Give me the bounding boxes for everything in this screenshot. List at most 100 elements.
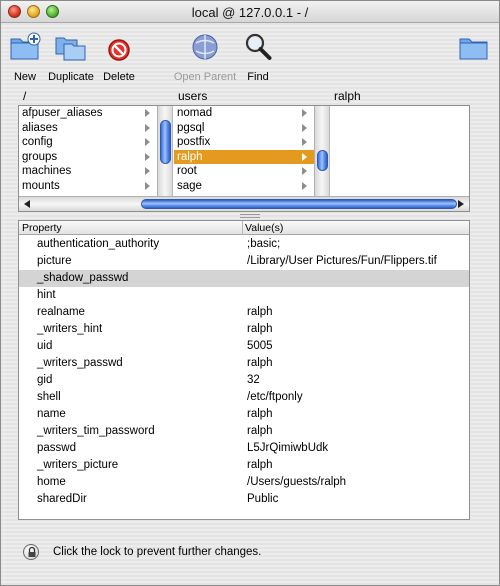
horizontal-scroll-thumb[interactable] [141,199,457,209]
table-row[interactable]: _writers_picture ralph [19,457,469,474]
disclosure-arrow-icon [302,123,307,132]
browser-item-label: afpuser_aliases [22,107,103,119]
property-name: authentication_authority [37,238,160,250]
property-name: sharedDir [37,493,87,505]
disclosure-arrow-icon [145,181,150,190]
disclosure-arrow-icon [302,181,307,190]
browser-item[interactable]: config [19,135,172,150]
table-row[interactable]: sharedDir Public [19,491,469,508]
table-row[interactable]: home/Users/guests/ralph [19,474,469,491]
column-header-root: / [23,89,27,103]
browser-item-label: machines [22,165,72,177]
properties-table: Property Value(s) authentication_authori… [18,220,470,520]
table-row[interactable]: uid 5005 [19,338,469,355]
disclosure-arrow-icon [302,167,307,175]
value-column-header[interactable]: Value(s) [245,222,283,234]
property-value[interactable]: ralph [247,425,273,437]
browser-item[interactable]: aliases [19,121,172,136]
browser-item[interactable]: groups [19,150,172,165]
property-value[interactable]: ;basic; [247,238,280,250]
property-name: passwd [37,442,76,454]
table-row[interactable]: hint [19,287,469,304]
table-row[interactable]: picture/Library/User Pictures/Fun/Flippe… [19,253,469,270]
browser-item-label: pgsql [177,121,205,134]
scroll-thumb[interactable] [160,120,171,164]
property-name: _writers_picture [37,459,119,471]
scroll-left-arrow-icon[interactable] [24,200,30,208]
browser-item[interactable]: root [174,164,329,179]
disclosure-arrow-icon [145,123,150,132]
table-row[interactable]: authentication_authority ;basic; [19,236,469,253]
property-value[interactable]: /Library/User Pictures/Fun/Flippers.tif [247,255,437,267]
toolbar-folder-button[interactable] [439,30,500,64]
browser-item-label: ralph [177,150,203,163]
property-value[interactable]: ralph [247,459,273,471]
browser-item[interactable]: mounts [19,179,172,194]
duplicate-icon [54,30,88,64]
browser-item-label: aliases [22,121,58,134]
column-scrollbar[interactable] [314,106,329,197]
disclosure-arrow-icon [145,109,150,117]
find-button[interactable]: Find [223,30,293,83]
table-row[interactable]: _writers_hint ralph [19,321,469,338]
property-name: uid [37,340,53,352]
lock-icon[interactable] [23,544,39,560]
split-view-divider[interactable] [240,214,260,218]
browser-item[interactable]: nomad [174,106,329,121]
property-name: home [37,476,66,488]
table-row[interactable]: gid 32 [19,372,469,389]
lock-area: Click the lock to prevent further change… [23,544,443,562]
browser-item[interactable]: machines [19,164,172,179]
property-value[interactable]: /Users/guests/ralph [247,476,346,488]
column-scrollbar[interactable] [157,106,172,197]
table-row[interactable]: name ralph [19,406,469,423]
browser-item-label: config [22,136,53,148]
property-value[interactable]: 5005 [247,340,273,352]
browser-item-label: sage [177,179,202,192]
table-row[interactable]: _writers_tim_password ralph [19,423,469,440]
delete-button[interactable]: Delete [84,30,154,83]
property-column-header[interactable]: Property [22,222,62,234]
horizontal-scrollbar[interactable] [19,196,469,211]
title-bar[interactable]: local @ 127.0.0.1 - / [1,1,499,23]
browser-item[interactable]: postfix [174,135,329,150]
property-name: picture [37,255,72,267]
scroll-right-arrow-icon[interactable] [458,200,464,208]
table-header: Property Value(s) [19,221,469,235]
property-value[interactable]: ralph [247,357,273,369]
column-header-ralph: ralph [334,89,361,103]
delete-label: Delete [103,71,135,83]
property-value[interactable]: L5JrQimiwbUdk [247,442,328,454]
table-row[interactable]: _writers_passwd ralph [19,355,469,372]
table-row[interactable]: _shadow_passwd [19,270,469,287]
property-value[interactable]: ralph [247,306,273,318]
browser-item-label: groups [22,150,58,163]
header-divider [242,221,243,235]
browser-column-ralph [331,106,469,197]
property-value[interactable]: ralph [247,323,273,335]
property-name: _writers_tim_password [37,425,155,437]
table-row[interactable]: realname ralph [19,304,469,321]
browser-column-root: afpuser_aliasesaliases config groups machin… [19,106,173,197]
browser-item[interactable]: pgsql [174,121,329,136]
browser-item[interactable]: ralph [174,149,329,164]
property-name: shell [37,391,61,403]
property-value[interactable]: /etc/ftponly [247,391,303,403]
delete-icon [102,30,136,64]
property-name: _writers_hint [37,323,103,335]
property-name: hint [37,289,56,301]
disclosure-arrow-icon [302,109,307,117]
browser-item-label: nomad [177,107,213,119]
disclosure-arrow-icon [302,138,307,146]
browser-item[interactable]: sage [174,179,329,194]
disclosure-arrow-icon [145,167,150,175]
scroll-thumb[interactable] [317,150,328,171]
property-value[interactable]: 32 [247,374,260,386]
property-value[interactable]: ralph [247,408,273,420]
application-window: local @ 127.0.0.1 - / New Duplicate Dele… [0,0,500,586]
table-row[interactable]: passwd L5JrQimiwbUdk [19,440,469,457]
property-value[interactable]: Public [247,493,278,505]
browser-item[interactable]: afpuser_aliases [19,106,172,121]
table-row[interactable]: shell/etc/ftponly [19,389,469,406]
browser-column-users: nomad pgsql postfix ralph root sage [174,106,330,197]
